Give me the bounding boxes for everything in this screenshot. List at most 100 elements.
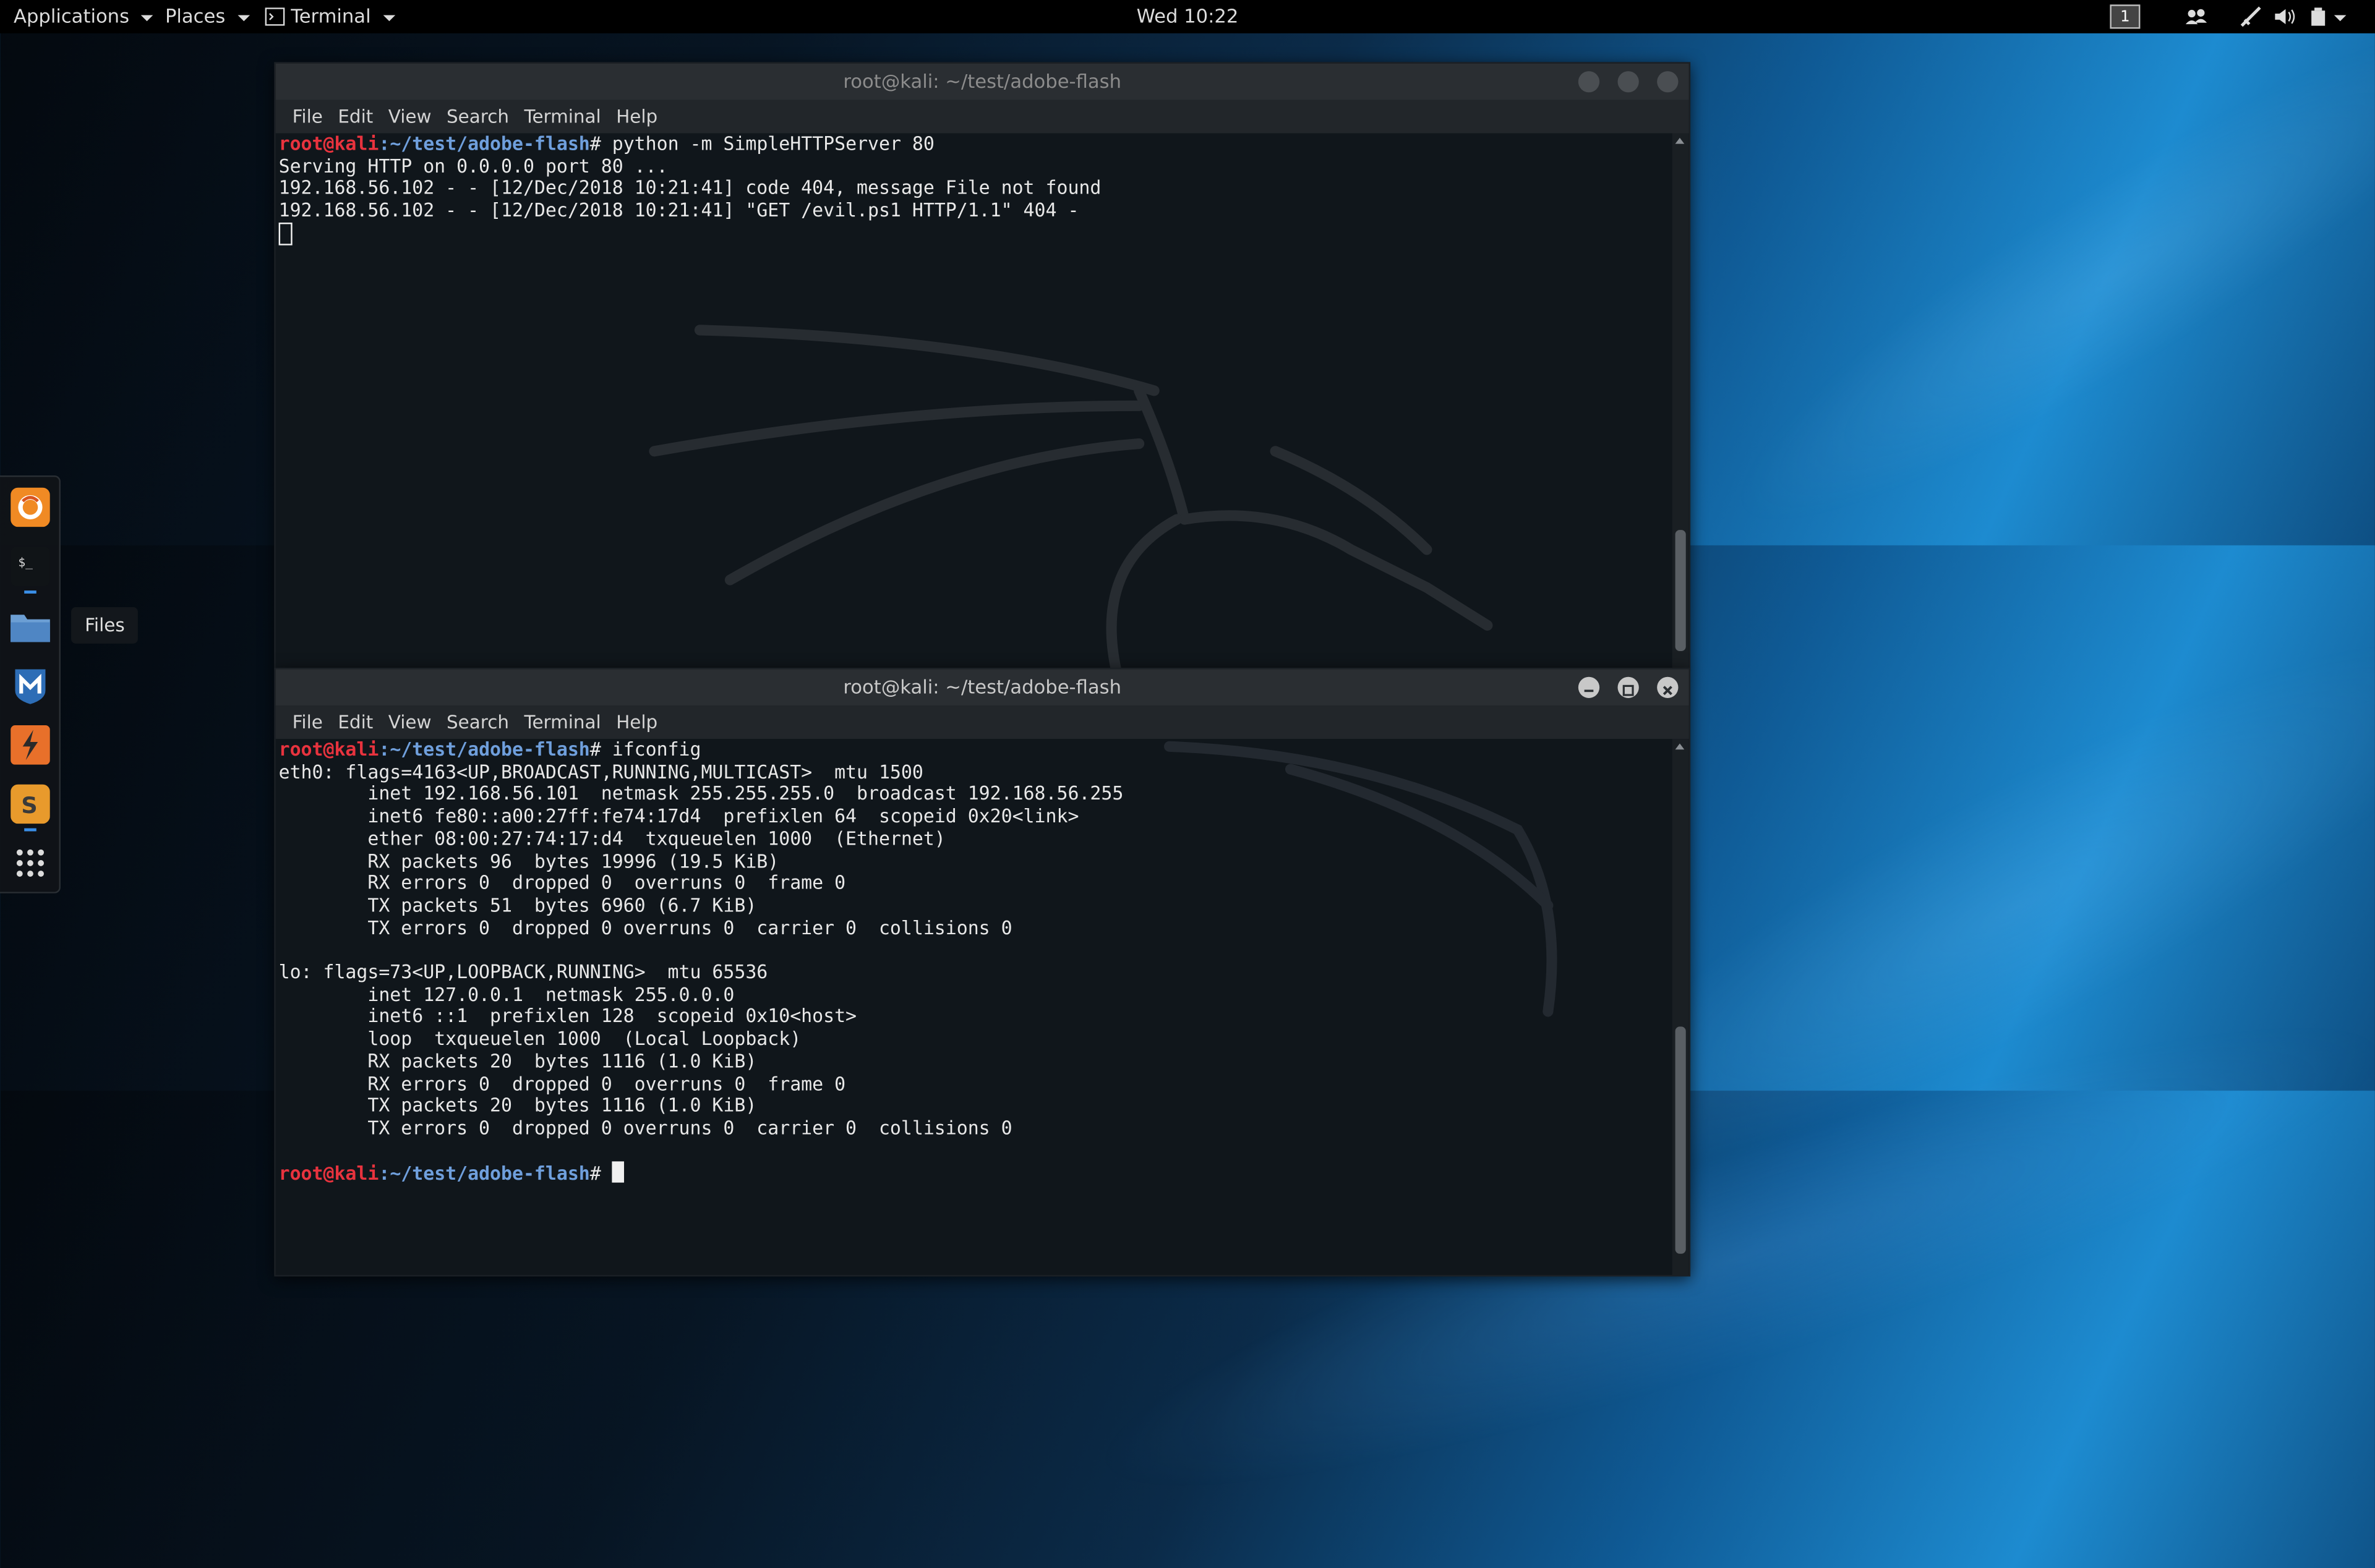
window-title: root@kali: ~/test/adobe-flash (843, 675, 1122, 698)
menu-view[interactable]: View (381, 106, 439, 127)
chevron-down-icon (383, 15, 395, 22)
applications-menu[interactable]: Applications (14, 0, 154, 33)
volume-icon[interactable] (2272, 4, 2299, 28)
output-line: TX errors 0 dropped 0 overruns 0 carrier… (278, 1117, 1012, 1139)
terminal-launcher[interactable]: $_ (11, 547, 50, 586)
clock[interactable]: Wed 10:22 (1137, 4, 1239, 27)
running-indicator (24, 590, 36, 594)
top-panel: Applications Places Terminal Wed 10:22 1 (0, 0, 2375, 33)
terminal-window-top[interactable]: root@kali: ~/test/adobe-flash File Edit … (274, 62, 1691, 671)
menu-bar: File Edit View Search Terminal Help (275, 705, 1689, 739)
dock-tooltip: Files (71, 607, 139, 644)
output-line: TX packets 20 bytes 1116 (1.0 KiB) (278, 1095, 757, 1117)
terminal-app-label: Terminal (291, 4, 371, 28)
prompt-user: root@kali (278, 1163, 379, 1185)
title-bar[interactable]: root@kali: ~/test/adobe-flash (275, 63, 1689, 100)
terminal-window-bottom[interactable]: root@kali: ~/test/adobe-flash File Edit … (274, 668, 1691, 1277)
menu-help[interactable]: Help (609, 712, 665, 733)
dock: $_ S (0, 475, 61, 893)
menu-edit[interactable]: Edit (330, 106, 380, 127)
firefox-launcher[interactable] (11, 487, 50, 527)
files-launcher[interactable] (7, 607, 53, 647)
terminal-output: root@kali:~/test/adobe-flash# ifconfig et… (279, 739, 1668, 1186)
output-line: lo: flags=73<UP,LOOPBACK,RUNNING> mtu 65… (278, 961, 768, 983)
menu-terminal[interactable]: Terminal (516, 712, 609, 733)
scroll-up-arrow[interactable] (1675, 743, 1685, 750)
chevron-down-icon (141, 15, 154, 22)
output-line: loop txqueuelen 1000 (Local Loopback) (278, 1028, 802, 1050)
maximize-button[interactable] (1617, 71, 1639, 93)
menu-file[interactable]: File (285, 106, 330, 127)
menu-view[interactable]: View (381, 712, 439, 733)
minimize-button[interactable] (1578, 71, 1600, 93)
power-menu[interactable] (2308, 4, 2348, 28)
places-label: Places (165, 4, 226, 28)
app-grid-icon (16, 849, 45, 877)
chevron-down-icon (237, 15, 250, 22)
maximize-button[interactable] (1617, 676, 1639, 698)
scrollbar[interactable] (1672, 739, 1689, 1276)
window-title: root@kali: ~/test/adobe-flash (843, 69, 1122, 93)
applications-label: Applications (14, 4, 130, 28)
command-text: # ifconfig (589, 739, 701, 761)
command-text: # python -m SimpleHTTPServer 80 (589, 133, 935, 155)
wallpaper-streak (1687, 0, 2375, 590)
terminal-icon (265, 7, 285, 26)
output-line: RX packets 20 bytes 1116 (1.0 KiB) (278, 1050, 757, 1072)
menu-file[interactable]: File (285, 712, 330, 733)
minimize-icon (1584, 689, 1594, 692)
scrollbar-thumb[interactable] (1675, 1026, 1686, 1254)
output-line: eth0: flags=4163<UP,BROADCAST,RUNNING,MU… (278, 761, 923, 783)
title-bar[interactable]: root@kali: ~/test/adobe-flash (275, 669, 1689, 706)
output-line: RX errors 0 dropped 0 overruns 0 frame 0 (278, 872, 846, 894)
workspace-indicator[interactable]: 1 (2110, 4, 2141, 29)
output-line: Serving HTTP on 0.0.0.0 port 80 ... (278, 155, 668, 177)
people-icon[interactable] (2184, 4, 2208, 28)
terminal-area[interactable]: root@kali:~/test/adobe-flash# python -m … (275, 133, 1689, 670)
output-line: inet6 fe80::a00:27ff:fe74:17d4 prefixlen… (278, 806, 1079, 827)
menu-edit[interactable]: Edit (330, 712, 380, 733)
running-indicator (24, 828, 36, 832)
scroll-up-arrow[interactable] (1675, 137, 1685, 144)
menu-search[interactable]: Search (439, 712, 516, 733)
prompt-path: :~/test/adobe-flash (379, 739, 590, 761)
terminal-area[interactable]: root@kali:~/test/adobe-flash# ifconfig et… (275, 739, 1689, 1276)
text-cursor (612, 1162, 625, 1183)
folder-icon (11, 615, 50, 642)
menu-help[interactable]: Help (609, 106, 665, 127)
output-line: ether 08:00:27:74:17:d4 txqueuelen 1000 … (278, 828, 946, 850)
menu-search[interactable]: Search (439, 106, 516, 127)
output-line: inet6 ::1 prefixlen 128 scopeid 0x10<hos… (278, 1006, 857, 1028)
output-line: TX packets 51 bytes 6960 (6.7 KiB) (278, 895, 757, 916)
sublime-text-launcher[interactable]: S (11, 784, 50, 824)
output-line: RX errors 0 dropped 0 overruns 0 frame 0 (278, 1073, 846, 1094)
menu-bar: File Edit View Search Terminal Help (275, 100, 1689, 134)
metasploit-launcher[interactable] (11, 667, 50, 706)
kali-dragon-logo (649, 325, 1493, 670)
output-line: 192.168.56.102 - - [12/Dec/2018 10:21:41… (278, 200, 1079, 221)
scrollbar-thumb[interactable] (1675, 530, 1686, 652)
scrollbar[interactable] (1672, 133, 1689, 670)
command-line: root@kali:~/test/adobe-flash# ifconfig (279, 739, 1668, 761)
metasploit-icon (15, 669, 46, 704)
output-line: RX packets 96 bytes 19996 (19.5 KiB) (278, 850, 779, 872)
sublime-text-icon: S (11, 784, 50, 824)
close-icon (1662, 686, 1672, 696)
prompt-path: :~/test/adobe-flash (379, 133, 590, 155)
close-button[interactable] (1657, 71, 1679, 93)
places-menu[interactable]: Places (165, 0, 250, 33)
close-button[interactable] (1657, 676, 1679, 698)
burpsuite-launcher[interactable] (11, 725, 50, 765)
terminal-app-menu[interactable]: Terminal (265, 0, 395, 33)
show-applications-button[interactable] (11, 843, 50, 883)
minimize-button[interactable] (1578, 676, 1600, 698)
prompt-symbol: # (589, 1163, 612, 1185)
menu-terminal[interactable]: Terminal (516, 106, 609, 127)
maximize-icon (1622, 684, 1634, 696)
output-line: 192.168.56.102 - - [12/Dec/2018 10:21:41… (278, 177, 1102, 199)
network-icon[interactable] (2239, 4, 2263, 28)
prompt-user: root@kali (278, 739, 379, 761)
command-line: root@kali:~/test/adobe-flash# (279, 1162, 1668, 1185)
